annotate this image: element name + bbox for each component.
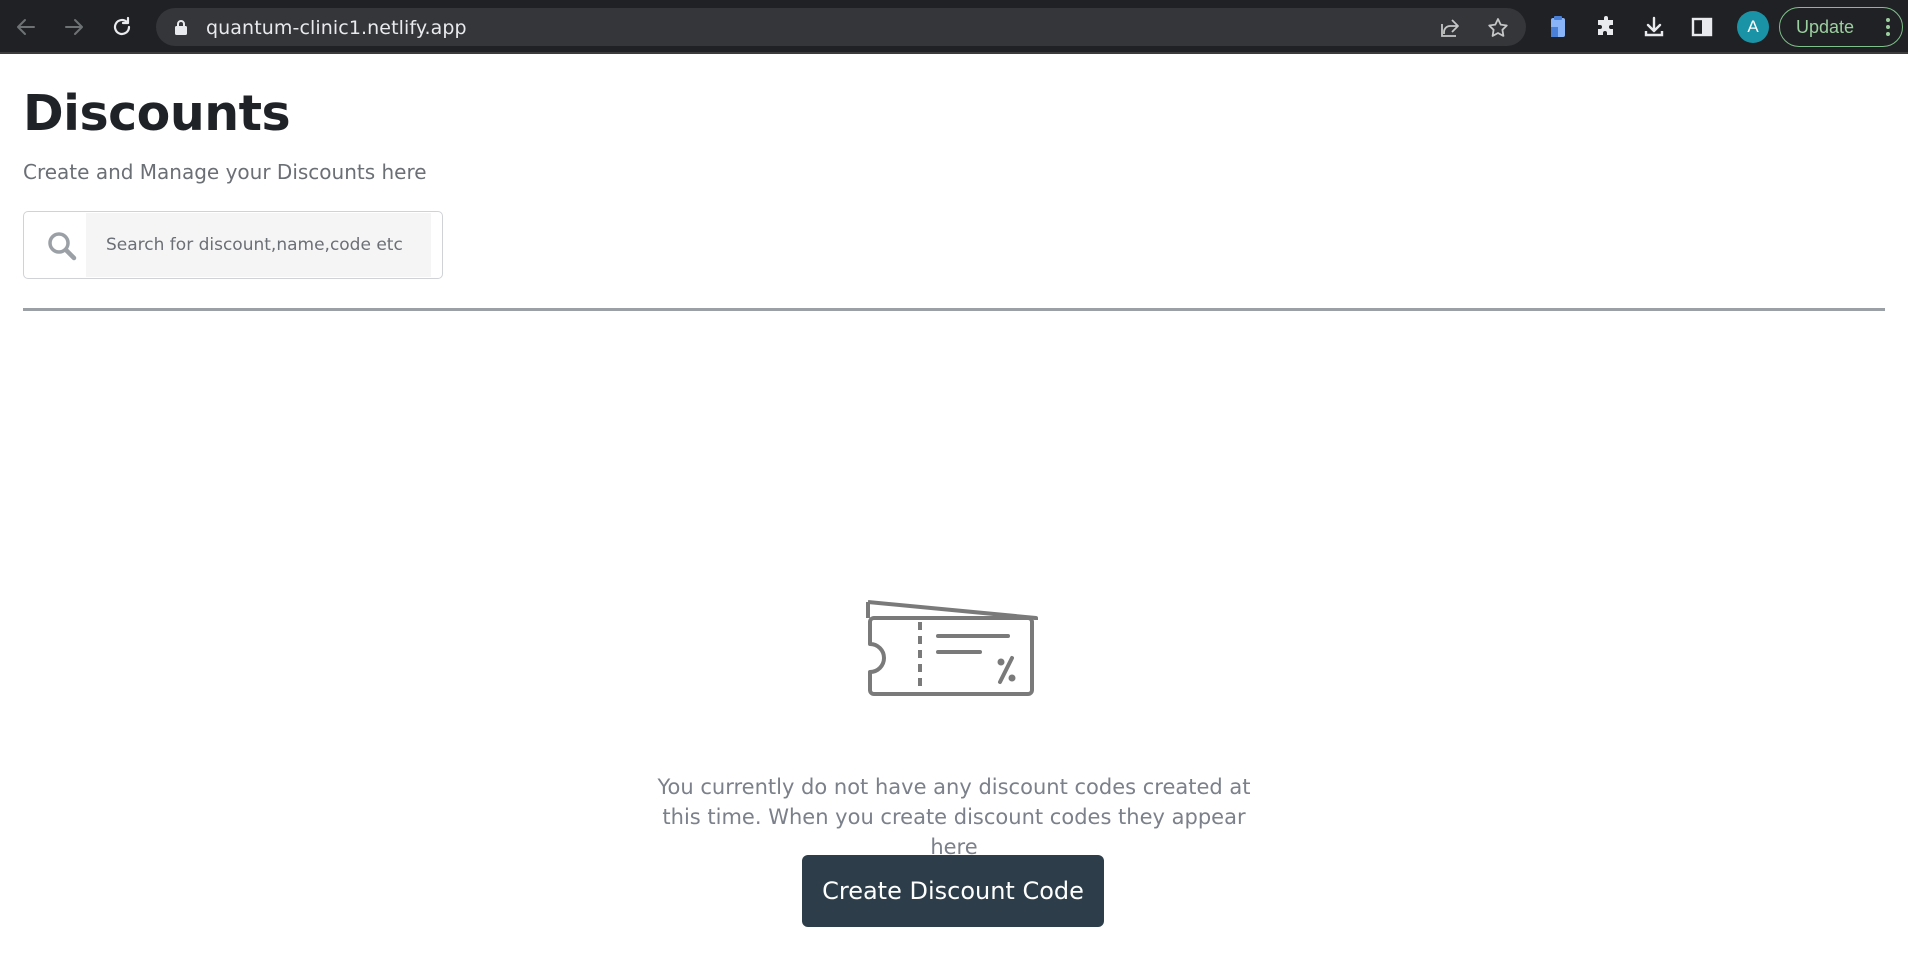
update-button[interactable]: Update [1779, 7, 1903, 47]
clipboard-extension-icon[interactable] [1544, 13, 1572, 41]
address-bar[interactable]: quantum-clinic1.netlify.app [156, 8, 1526, 46]
profile-avatar[interactable]: A [1737, 11, 1769, 43]
create-discount-code-button[interactable]: Create Discount Code [802, 855, 1104, 927]
update-label: Update [1796, 16, 1855, 37]
puzzle-icon[interactable] [1592, 13, 1620, 41]
back-arrow-icon[interactable] [12, 13, 40, 41]
more-vert-icon[interactable] [1886, 18, 1890, 36]
reload-icon[interactable] [108, 13, 136, 41]
empty-state-message: You currently do not have any discount c… [657, 775, 1251, 859]
browser-toolbar: quantum-clinic1.netlify.app A Update [0, 0, 1908, 54]
share-icon[interactable] [1438, 16, 1462, 40]
search-box [23, 211, 443, 279]
url-text[interactable]: quantum-clinic1.netlify.app [206, 17, 467, 39]
page-subtitle: Create and Manage your Discounts here [23, 160, 427, 184]
lock-icon[interactable] [174, 19, 188, 35]
page-title: Discounts [23, 85, 291, 142]
search-icon [46, 230, 78, 262]
star-icon[interactable] [1486, 16, 1510, 40]
search-input[interactable] [86, 213, 431, 277]
divider [23, 308, 1885, 311]
sidebar-icon[interactable] [1688, 13, 1716, 41]
forward-arrow-icon[interactable] [60, 13, 88, 41]
download-icon[interactable] [1640, 13, 1668, 41]
discount-ticket-icon [858, 596, 1048, 698]
